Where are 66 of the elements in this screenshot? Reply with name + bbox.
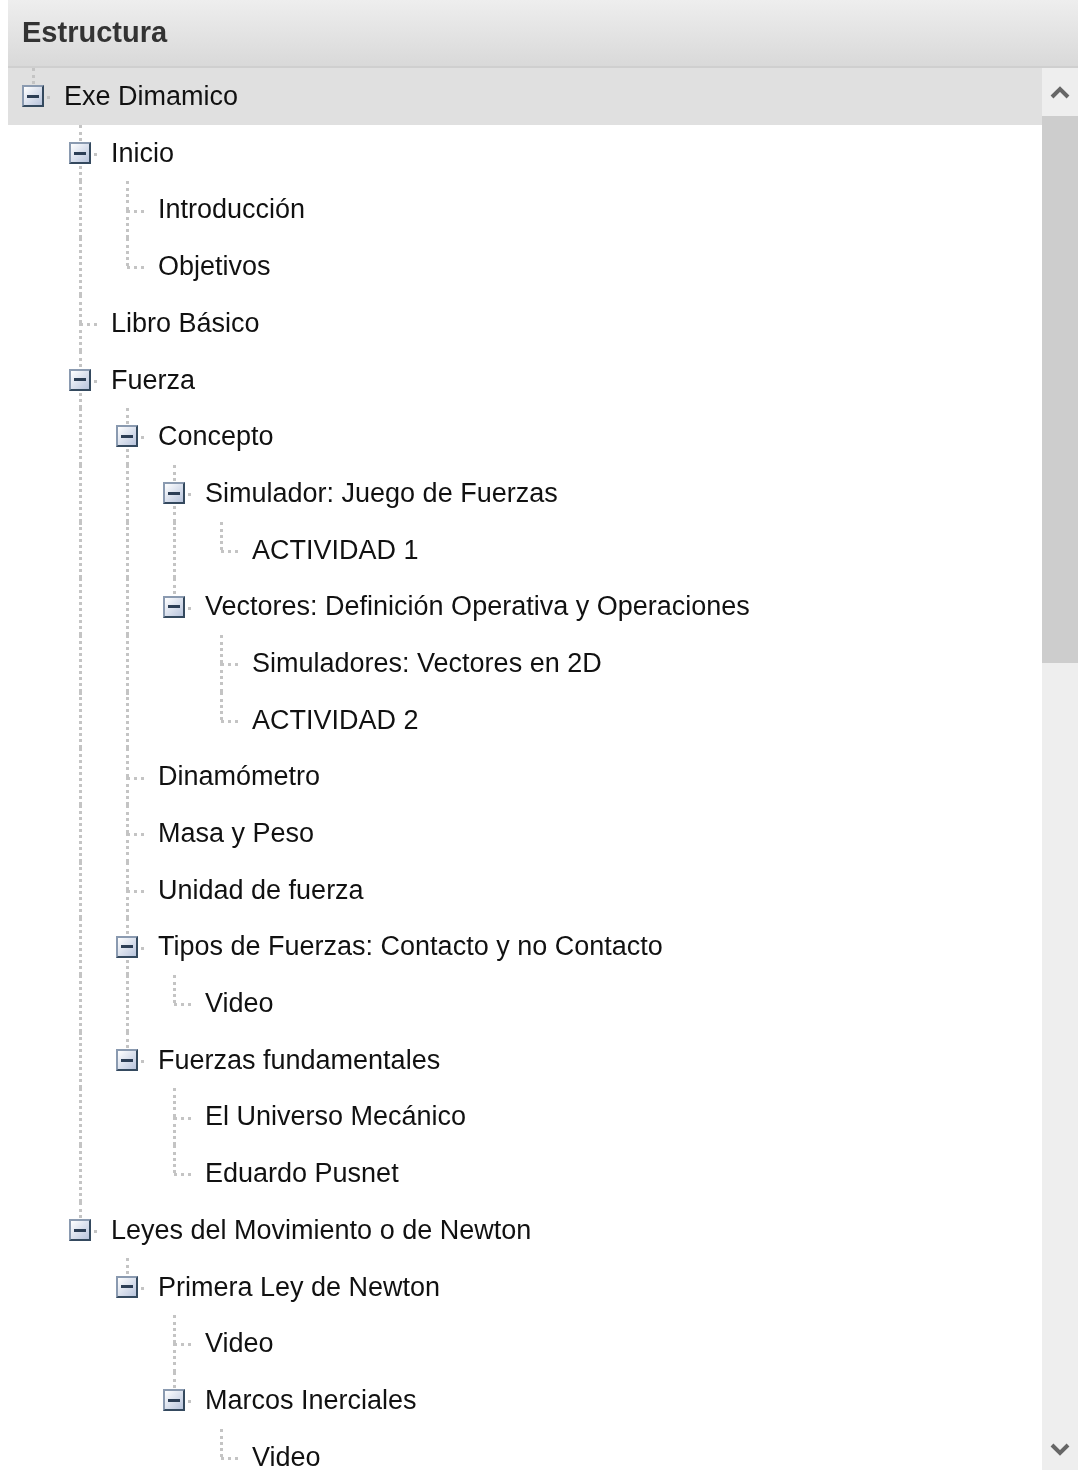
tree-row[interactable]: Primera Ley de Newton [8, 1258, 1042, 1316]
tree-row[interactable]: Leyes del Movimiento o de Newton [8, 1201, 1042, 1259]
tree-item-label: Introducción [158, 193, 306, 227]
tree-row[interactable]: Simulador: Juego de Fuerzas [8, 464, 1042, 522]
tree-row[interactable]: El Universo Mecánico [8, 1088, 1042, 1146]
tree-row[interactable]: Vectores: Definición Operativa y Operaciones [8, 578, 1042, 635]
tree-item-label: El Universo Mecánico [205, 1100, 467, 1134]
minus-box-icon[interactable] [69, 368, 91, 391]
tree-item-label: ACTIVIDAD 1 [252, 533, 419, 567]
tree-item-label: Dinamómetro [158, 760, 321, 794]
tree-row[interactable]: Marcos Inerciales [8, 1371, 1042, 1429]
tree-row[interactable]: ACTIVIDAD 1 [8, 521, 1042, 579]
tree-row[interactable]: Unidad de fuerza [8, 861, 1042, 919]
tree-row[interactable]: ACTIVIDAD 2 [8, 691, 1042, 749]
tree-item-label: Masa y Peso [158, 817, 315, 851]
tree-item-label: Video [252, 1440, 321, 1470]
minus-box-icon[interactable] [116, 1049, 138, 1072]
tree-row[interactable]: Libro Básico [8, 294, 1042, 352]
tree-item-label: Video [205, 987, 274, 1021]
tree-item-label: Simulador: Juego de Fuerzas [205, 476, 558, 510]
tree-item-label: Inicio [111, 136, 175, 170]
tree-item-label: Simuladores: Vectores en 2D [252, 646, 602, 680]
tree-row[interactable]: Masa y Peso [8, 804, 1042, 862]
tree-item-label: Primera Ley de Newton [158, 1270, 441, 1304]
tree-item-label: Exe Dimamico [64, 80, 239, 114]
tree-row[interactable]: Objetivos [8, 238, 1042, 295]
minus-box-icon[interactable] [116, 425, 138, 448]
panel-title: Estructura [22, 15, 168, 51]
scroll-thumb[interactable] [1042, 116, 1078, 663]
chevron-down-icon [1050, 1443, 1070, 1457]
tree-row[interactable]: Exe Dimamico [8, 68, 1042, 125]
minus-box-icon[interactable] [163, 595, 185, 618]
minus-box-icon[interactable] [116, 1275, 138, 1298]
minus-box-icon[interactable] [116, 935, 138, 958]
minus-box-icon[interactable] [163, 482, 185, 505]
tree-item-label: Video [205, 1327, 274, 1361]
tree-row[interactable]: Concepto [8, 408, 1042, 465]
minus-box-icon[interactable] [69, 1219, 91, 1242]
tree-row[interactable]: Dinamómetro [8, 748, 1042, 805]
tree-row[interactable]: Eduardo Pusnet [8, 1145, 1042, 1202]
tree-item-label: Objetivos [158, 250, 271, 284]
tree-item-label: Tipos de Fuerzas: Contacto y no Contacto [158, 930, 663, 964]
tree-item-label: Leyes del Movimiento o de Newton [111, 1213, 532, 1247]
minus-box-icon[interactable] [163, 1389, 185, 1412]
tree-row[interactable]: Fuerzas fundamentales [8, 1031, 1042, 1089]
tree-row[interactable]: Simuladores: Vectores en 2D [8, 634, 1042, 692]
tree-item-label: Vectores: Definición Operativa y Operaciones [205, 590, 750, 624]
tree-row[interactable]: Video [8, 975, 1042, 1032]
chevron-up-icon [1050, 85, 1070, 99]
tree-item-label: Concepto [158, 420, 274, 454]
tree-row[interactable]: Fuerza [8, 351, 1042, 409]
tree-item-label: Unidad de fuerza [158, 873, 364, 907]
tree-item-label: Libro Básico [111, 306, 260, 340]
tree-row[interactable]: Inicio [8, 124, 1042, 182]
tree-row[interactable]: Video [8, 1428, 1042, 1470]
tree-item-label: Fuerza [111, 363, 196, 397]
tree-row[interactable]: Introducción [8, 181, 1042, 239]
tree-item-label: Marcos Inerciales [205, 1383, 417, 1417]
scrollbar[interactable] [1042, 68, 1078, 1470]
minus-box-icon[interactable] [69, 142, 91, 165]
tree-row[interactable]: Tipos de Fuerzas: Contacto y no Contacto [8, 918, 1042, 975]
tree-item-label: Eduardo Pusnet [205, 1157, 399, 1191]
minus-box-icon[interactable] [22, 85, 44, 108]
tree-row[interactable]: Video [8, 1315, 1042, 1372]
tree-item-label: ACTIVIDAD 2 [252, 703, 419, 737]
tree-item-label: Fuerzas fundamentales [158, 1043, 441, 1077]
